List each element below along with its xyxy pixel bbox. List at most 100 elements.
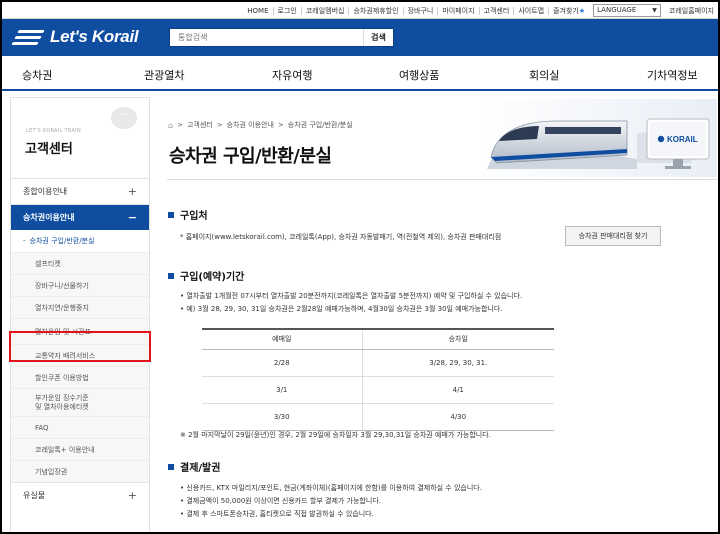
util-favorites-label: 즐겨찾기 (553, 6, 579, 15)
breadcrumb-sep-icon: > (277, 121, 284, 129)
page-frame: HOME 로그인 코레일멤버십 승차권제휴할인 장바구니 마이페이지 고객센터 … (0, 0, 720, 534)
chat-bubble-icon: ··· (111, 107, 137, 129)
payment-line: • 신용카드, KTX 마일리지/포인트, 현금(계좌이체)(홈페이지에 한함)… (180, 484, 482, 492)
sidebar-sub-korail-talk[interactable]: 코레일톡+ 이용안내 (11, 438, 149, 460)
breadcrumb-sep-icon: > (177, 121, 183, 129)
search-input[interactable] (170, 29, 363, 46)
sidebar-item-general-guide[interactable]: 종합이용안내 + (11, 178, 149, 204)
dash-bullet-icon: - (23, 237, 26, 245)
table-row: 3/1 4/1 (202, 376, 554, 404)
title-divider (167, 179, 718, 180)
square-bullet-icon (168, 463, 174, 470)
language-select-wrap: LANGUAGE ▼ (589, 4, 665, 17)
sidebar-brand-en: LET'S KORAIL TRAIN (26, 128, 81, 134)
square-bullet-icon (168, 272, 174, 279)
sidebar-item-label: 승차권이용안내 (23, 213, 75, 222)
util-mypage-link[interactable]: 마이페이지 (437, 6, 478, 15)
breadcrumb-sep-icon: > (216, 121, 223, 129)
sidebar-sub-current[interactable]: - 승차권 구입/반환/분실 (11, 230, 149, 252)
sidebar-sub-faq[interactable]: FAQ (11, 416, 149, 438)
page-title: 승차권 구입/반환/분실 (169, 146, 332, 167)
breadcrumb-item[interactable]: 고객센터 (187, 120, 213, 130)
main-content: ⌂ > 고객센터 > 승차권 이용안내 > 승차권 구입/반환/분실 승차권 구… (162, 97, 718, 532)
chevron-down-icon: ▼ (652, 7, 657, 14)
sidebar-sub-mobility[interactable]: 교통약자 배려서비스 (11, 344, 149, 366)
table-cell: 4/1 (362, 376, 554, 404)
sidebar-header: LET'S KORAIL TRAIN 고객센터 ··· (11, 98, 149, 178)
breadcrumb-item[interactable]: 승차권 이용안내 (227, 120, 274, 130)
sidebar-sub-memorial-ticket[interactable]: 기념입장권 (11, 460, 149, 482)
sidebar-item-label: 유실물 (23, 491, 46, 500)
nav-tickets[interactable]: 승차권 (22, 67, 52, 83)
sidebar-title: 고객센터 (25, 142, 73, 157)
sidebar-item-label: 종합이용안내 (23, 187, 68, 196)
sidebar-sub-label: 및 열차이용에티켓 (35, 402, 89, 411)
korail-badge-text: KORAIL (667, 135, 698, 144)
util-customer-center-link[interactable]: 고객센터 (478, 6, 514, 15)
square-bullet-icon (168, 211, 174, 218)
sidebar-item-ticket-guide[interactable]: 승차권이용안내 − (11, 204, 149, 230)
language-select[interactable]: LANGUAGE ▼ (593, 4, 661, 17)
util-home-link[interactable]: HOME (243, 7, 272, 15)
util-korail-home-link[interactable]: 코레일홈페이지 (665, 7, 718, 15)
util-login-link[interactable]: 로그인 (272, 6, 301, 15)
main-nav: 승차권 관광열차 자유여행 여행상품 회의실 기차역정보 (2, 56, 718, 91)
booking-date-table: 예매일 승차일 2/28 3/28, 29, 30, 31. 3/1 4/1 3… (202, 328, 554, 431)
language-label: LANGUAGE (597, 6, 637, 14)
table-cell: 4/30 (362, 403, 554, 431)
plus-icon: + (127, 489, 137, 502)
site-header: Let's Korail 검색 (2, 19, 718, 56)
table-header: 예매일 (202, 328, 363, 350)
nav-tour-trains[interactable]: 관광열차 (144, 67, 184, 83)
search-box: 검색 (169, 28, 394, 47)
section-heading-payment: 결제/발권 (168, 459, 220, 474)
utility-bar: HOME 로그인 코레일멤버십 승차권제휴할인 장바구니 마이페이지 고객센터 … (2, 2, 718, 19)
logo-text: Let's Korail (50, 27, 139, 46)
plus-icon: + (127, 185, 137, 198)
booking-period-line: • 열차출발 1개월전 07시부터 열차출발 20분전까지(코레일톡은 열차출발… (180, 292, 523, 300)
sidebar-sub-label: 승차권 구입/반환/분실 (29, 237, 95, 245)
booking-period-line: • 예) 3월 28, 29, 30, 31일 승차권은 2월28일 예매가능하… (180, 305, 503, 313)
util-sitemap-link[interactable]: 사이트맵 (513, 6, 548, 15)
util-favorites-link[interactable]: 즐겨찾기★ (548, 6, 589, 15)
find-agency-button[interactable]: 승차권 판매대리점 찾기 (565, 226, 661, 246)
ktx-train-illustration: KORAIL (477, 99, 717, 177)
section-heading-purchase-place: 구입처 (168, 207, 208, 222)
table-row: 3/30 4/30 (202, 403, 554, 431)
sidebar-sub-self-ticket[interactable]: 셀프티켓 (11, 252, 149, 274)
nav-station-info[interactable]: 기차역정보 (647, 67, 698, 83)
nav-travel-products[interactable]: 여행상품 (399, 67, 439, 83)
korail-logo[interactable]: Let's Korail (11, 27, 139, 47)
sidebar-sub-surcharge[interactable]: 부가운임 징수기준 및 열차이용에티켓 (11, 388, 149, 416)
sidebar-sub-fares-timetable[interactable]: 열차운임 및 시간표 (11, 318, 149, 344)
table-cell: 3/30 (202, 403, 363, 431)
section-title: 구입처 (180, 211, 208, 222)
section-title: 결제/발권 (180, 463, 221, 474)
breadcrumb: ⌂ > 고객센터 > 승차권 이용안내 > 승차권 구입/반환/분실 (168, 120, 353, 130)
table-cell: 3/28, 29, 30, 31. (362, 349, 554, 377)
util-discount-link[interactable]: 승차권제휴할인 (348, 6, 402, 15)
korail-logo-mark-icon (11, 28, 46, 46)
section-heading-booking-period: 구입(예약)기간 (168, 268, 244, 283)
nav-free-travel[interactable]: 자유여행 (272, 67, 312, 83)
util-membership-link[interactable]: 코레일멤버십 (300, 6, 349, 15)
sidebar-sub-delay[interactable]: 열차지연/운행중지 (11, 296, 149, 318)
sidebar: LET'S KORAIL TRAIN 고객센터 ··· 종합이용안내 + 승차권… (10, 97, 150, 532)
section-title: 구입(예약)기간 (180, 272, 245, 283)
minus-icon: − (127, 211, 137, 224)
leap-year-note: ※ 2월 마지막날이 29일(윤년)인 경우, 2월 29일에 승차일자 3월 … (180, 431, 491, 439)
nav-meeting-rooms[interactable]: 회의실 (529, 67, 559, 83)
sidebar-sub-cart-gift[interactable]: 장바구니/선물하기 (11, 274, 149, 296)
table-header: 승차일 (362, 328, 554, 350)
payment-line: • 결제 후 스마트폰승차권, 홈티켓으로 직접 발권하실 수 있습니다. (180, 510, 374, 518)
search-button[interactable]: 검색 (363, 29, 393, 46)
sidebar-item-lost-found[interactable]: 유실물 + (11, 482, 149, 508)
sidebar-sub-coupon[interactable]: 할인쿠폰 이용방법 (11, 366, 149, 388)
purchase-place-text: * 홈페이지(www.letskorail.com), 코레일톡(App), 승… (180, 233, 502, 241)
table-cell: 3/1 (202, 376, 363, 404)
home-icon[interactable]: ⌂ (168, 121, 173, 130)
star-icon: ★ (578, 6, 586, 15)
table-row: 2/28 3/28, 29, 30, 31. (202, 349, 554, 377)
breadcrumb-item: 승차권 구입/반환/분실 (287, 121, 353, 129)
util-cart-link[interactable]: 장바구니 (402, 6, 438, 15)
